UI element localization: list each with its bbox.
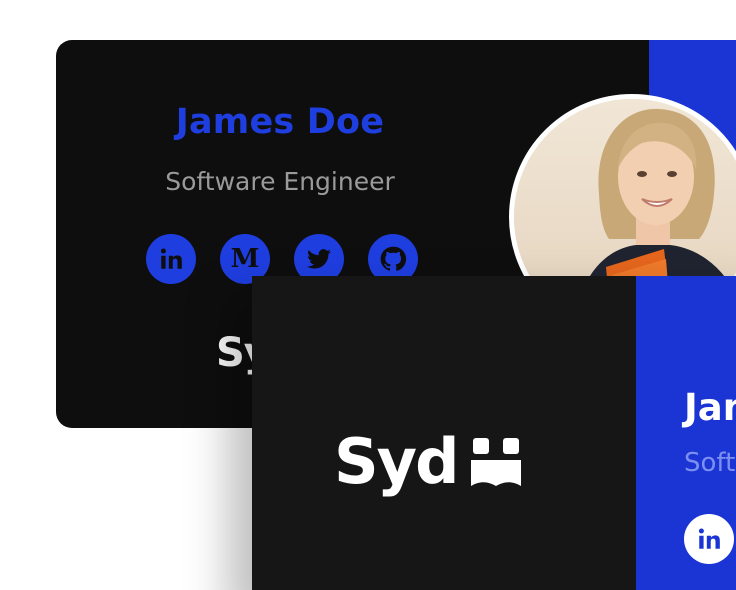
medium-icon: M xyxy=(230,244,260,274)
logo-mark-icon xyxy=(471,438,522,486)
signature-role: Software Engineer xyxy=(165,167,395,196)
logo-wordmark: Syd xyxy=(334,425,459,498)
signature-name: James Doe xyxy=(175,102,385,142)
github-icon xyxy=(380,246,407,271)
email-signature-card-blue: Syd James Doe Software Engineer xyxy=(252,276,736,590)
linkedin-icon xyxy=(160,248,182,269)
twitter-icon xyxy=(307,249,331,269)
signature-name-alt: James Doe xyxy=(684,386,736,429)
linkedin-icon xyxy=(698,528,720,549)
linkedin-link[interactable] xyxy=(146,234,196,284)
linkedin-link-alt[interactable] xyxy=(684,514,734,564)
signature-preview-stage: James Doe Software Engineer M Syd Ja Sof… xyxy=(0,0,736,590)
signature-role-alt: Software Engineer xyxy=(684,448,736,478)
company-logo-large: Syd xyxy=(334,425,522,498)
